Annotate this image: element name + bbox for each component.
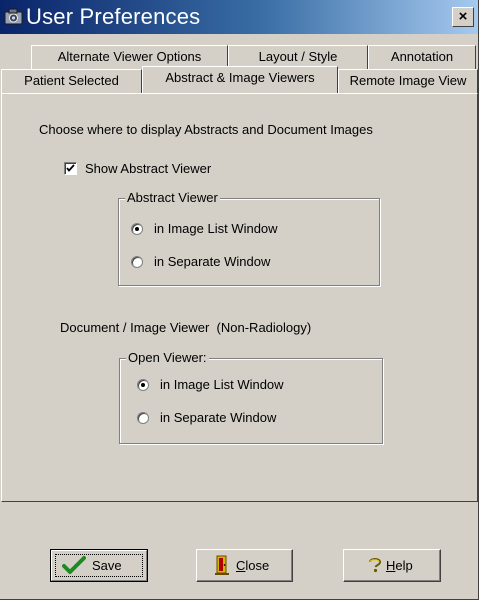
abstract-radio-image-list[interactable]: in Image List Window <box>131 221 351 239</box>
radio-button[interactable] <box>131 223 143 235</box>
save-button[interactable]: Save <box>50 549 148 582</box>
check-icon <box>66 164 75 172</box>
close-icon: × <box>458 8 468 25</box>
close-door-icon <box>214 554 230 579</box>
radio-button[interactable] <box>137 379 149 391</box>
document-viewer-heading: Document / Image Viewer (Non-Radiology) <box>60 320 312 335</box>
tab-abstract-image-viewers[interactable]: Abstract & Image Viewers <box>142 66 338 93</box>
tab-annotation[interactable]: Annotation <box>368 45 476 69</box>
radio-label: in Separate Window <box>154 254 271 269</box>
checkbox-label: Show Abstract Viewer <box>85 161 212 176</box>
show-abstract-checkbox[interactable]: Show Abstract Viewer <box>64 161 254 179</box>
tab-remote-image-view[interactable]: Remote Image View <box>338 69 478 93</box>
radio-selected-dot <box>141 383 145 387</box>
tab-label: Patient Selected <box>24 73 119 88</box>
document-viewer-group: Open Viewer: in Image List Window in Sep… <box>119 350 383 444</box>
window-title: User Preferences <box>26 4 201 29</box>
close-window-button[interactable]: × <box>452 7 474 27</box>
document-radio-image-list[interactable]: in Image List Window <box>137 377 357 395</box>
help-button-label: Help <box>386 558 413 573</box>
close-button-label: Close <box>236 558 270 573</box>
abstract-viewer-group: Abstract Viewer in Image List Window in … <box>118 190 380 286</box>
radio-label: in Image List Window <box>154 221 278 236</box>
radio-label: in Separate Window <box>160 410 277 425</box>
group-legend: Open Viewer: <box>126 350 209 366</box>
tab-label: Alternate Viewer Options <box>57 49 202 64</box>
document-radio-separate[interactable]: in Separate Window <box>137 410 357 428</box>
tab-patient-selected[interactable]: Patient Selected <box>1 69 142 93</box>
radio-button[interactable] <box>137 412 149 424</box>
radio-selected-dot <box>135 227 139 231</box>
panel-heading: Choose where to display Abstracts and Do… <box>39 122 373 137</box>
help-button[interactable]: Help <box>343 549 441 582</box>
abstract-radio-separate[interactable]: in Separate Window <box>131 254 351 272</box>
radio-label: in Image List Window <box>160 377 284 392</box>
tab-label: Remote Image View <box>349 73 467 88</box>
tab-label: Abstract & Image Viewers <box>165 70 315 85</box>
camera-icon <box>4 7 23 26</box>
help-icon <box>367 557 383 576</box>
group-legend: Abstract Viewer <box>125 190 220 206</box>
tab-label: Layout / Style <box>258 49 338 64</box>
tab-panel: Choose where to display Abstracts and Do… <box>1 93 478 502</box>
radio-button[interactable] <box>131 256 143 268</box>
user-preferences-window: User Preferences × Alternate Viewer Opti… <box>0 0 479 600</box>
checkmark-icon <box>62 555 86 578</box>
close-button[interactable]: Close <box>196 549 293 582</box>
save-button-label: Save <box>92 558 122 573</box>
checkbox-box[interactable] <box>64 162 77 175</box>
title-bar[interactable]: User Preferences × <box>0 0 478 34</box>
tab-label: Annotation <box>390 49 454 64</box>
